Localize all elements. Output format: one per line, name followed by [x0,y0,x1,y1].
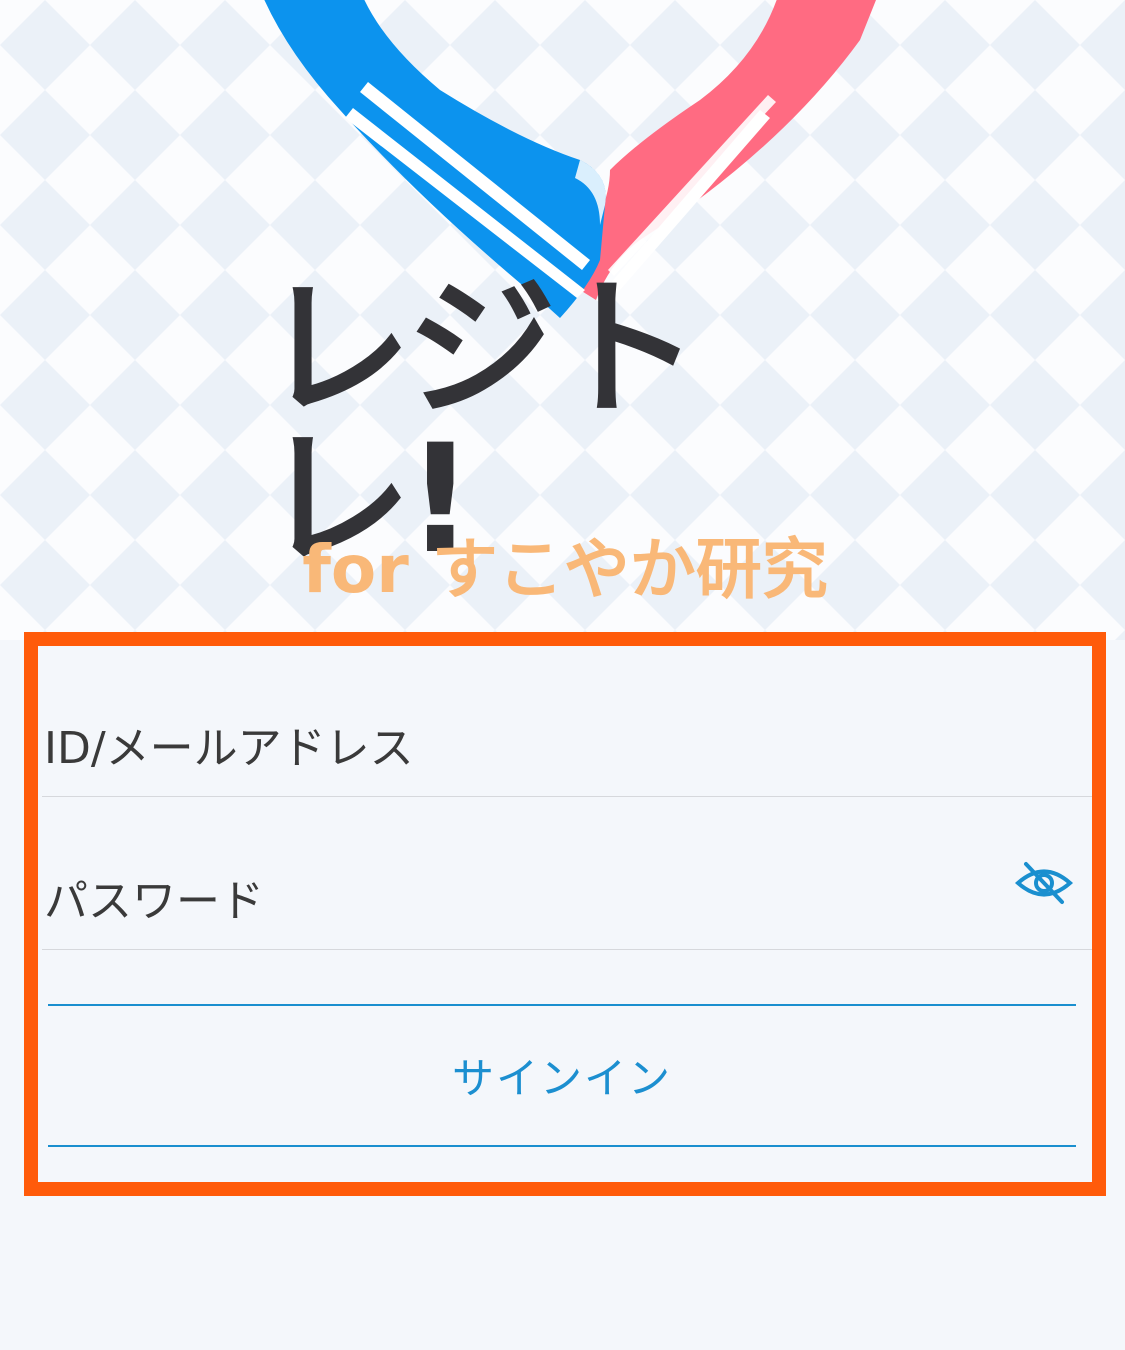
eye-off-icon [1014,862,1074,904]
password-visibility-toggle[interactable] [1014,858,1074,908]
id-input[interactable] [44,723,984,774]
app-title: レジトレ! [262,275,882,575]
signin-button[interactable]: サインイン [48,1004,1076,1147]
password-input[interactable] [44,876,984,927]
app-subtitle: for すこやか研究 [270,525,860,615]
password-field [42,800,1092,950]
id-field [42,647,1092,797]
signin-label: サインイン [451,1054,672,1103]
hero-banner: レジトレ! for すこやか研究 [0,0,1125,640]
app-subtitle-text: for すこやか研究 [302,531,828,608]
